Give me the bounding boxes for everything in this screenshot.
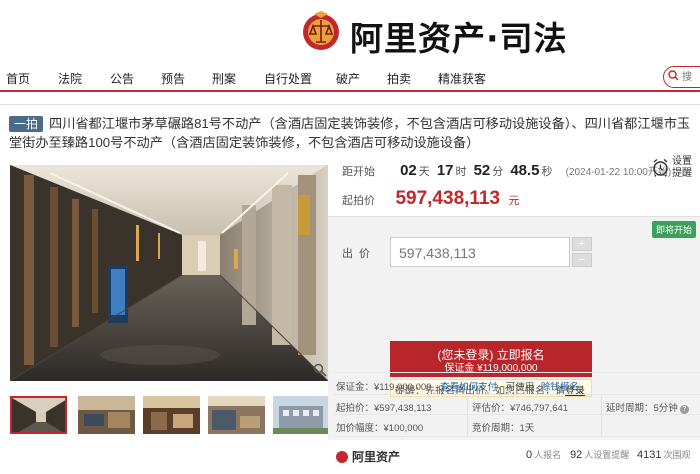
main-property-image[interactable] [10, 165, 328, 381]
site-header: 阿里资产·司法 [0, 0, 700, 64]
countdown-seconds: 48.5 [510, 162, 540, 179]
signup-count: 0 人报名 [526, 449, 562, 461]
start-price-value: 597,438,113 [395, 188, 501, 209]
set-reminder-label: 设置提醒 [672, 156, 692, 179]
bid-label: 出价 [342, 248, 376, 260]
bidding-cycle-info: 竞价周期：1天 [472, 423, 535, 434]
countdown-days: 02 [400, 162, 417, 179]
court-emblem-icon[interactable] [302, 10, 340, 52]
hotel-corridor-photo [10, 165, 328, 381]
info-divider-2 [334, 394, 700, 395]
info-divider-1 [334, 372, 700, 373]
nav-item-home[interactable]: 首页 [6, 70, 30, 87]
nav-item-precise-leads[interactable]: 精准获客 [438, 70, 486, 87]
thumbnail-4[interactable] [208, 396, 265, 434]
start-price-row: 起拍价 597,438,113 元 [342, 188, 520, 210]
bid-amount-value: 597,438,113 [399, 245, 476, 261]
deposit-value: ¥119,000,000 [374, 382, 432, 393]
thumbnail-5[interactable] [273, 396, 330, 434]
credit-signup-link[interactable]: 赊钱报名 [541, 382, 579, 393]
nav-item-announcement[interactable]: 公告 [110, 70, 134, 87]
ali-assets-logo-icon [336, 451, 348, 463]
search-input[interactable] [682, 70, 700, 84]
search-icon[interactable] [668, 70, 679, 81]
how-to-pay-link[interactable]: 查看如何支付 [440, 382, 497, 393]
search-box[interactable] [663, 66, 700, 88]
status-badge: 即将开始 [651, 221, 696, 238]
countdown-label: 距开始 [342, 166, 375, 178]
nav-item-preview[interactable]: 预告 [161, 70, 185, 87]
auction-title-text: 四川省都江堰市茅草碾路81号不动产（含酒店固定装饰装修，不包含酒店可移动设施设备… [9, 116, 691, 150]
bid-amount-field[interactable]: 597,438,113 [390, 237, 570, 267]
set-reminder-button[interactable]: 设置提醒 [650, 154, 698, 194]
decrease-bid-button[interactable]: − [572, 253, 592, 267]
nav-item-auction[interactable]: 拍卖 [387, 70, 411, 87]
assessed-price-info: 评估价：¥746,797,641 [472, 403, 569, 414]
nav-item-criminal[interactable]: 刑案 [212, 70, 236, 87]
alarm-clock-icon [653, 158, 668, 177]
nav-item-bankruptcy[interactable]: 破产 [336, 70, 360, 87]
countdown-hours: 17 [436, 162, 454, 179]
ali-assets-logo: 阿里资产 [336, 448, 400, 465]
stats-bar: 阿里资产 0 人报名 92 人设置提醒 4131 次围观 [328, 440, 700, 470]
info-vsep-2 [601, 396, 602, 436]
site-logo-text[interactable]: 阿里资产·司法 [350, 12, 568, 60]
main-nav: 首页 法院 公告 预告 刑案 自行处置 破产 拍卖 精准获客 [0, 64, 700, 92]
thumbnail-2[interactable] [78, 396, 135, 434]
info-divider-4 [334, 436, 700, 437]
start-price-info: 起拍价：¥597,438,113 [336, 403, 432, 414]
help-icon[interactable]: ? [679, 405, 689, 414]
view-count: 4131 次围观 [637, 449, 691, 461]
deposit-info: 保证金：¥119,000,000 查看如何支付 可使用 赊钱报名 [336, 382, 579, 393]
increase-bid-button[interactable]: + [572, 237, 592, 251]
thumbnail-3[interactable] [143, 396, 200, 434]
info-divider-3 [334, 414, 700, 415]
increment-info: 加价幅度：¥100,000 [336, 423, 424, 434]
thumbnail-1[interactable] [10, 396, 67, 434]
countdown: 距开始 02 天 17 时 52 分 48.5 秒 (2024-01-22 10:00开… [342, 162, 672, 179]
nav-item-court[interactable]: 法院 [58, 70, 82, 87]
delay-period-info: 延时周期：5分钟? [606, 400, 689, 414]
section-divider [0, 104, 700, 105]
reminder-count: 92 人设置提醒 [570, 449, 630, 461]
start-price-label: 起拍价 [342, 195, 375, 207]
countdown-minutes: 52 [473, 162, 491, 179]
auction-round-tag: 一拍 [9, 116, 44, 132]
info-vsep-1 [467, 396, 468, 436]
start-price-unit: 元 [508, 195, 520, 207]
zoom-icon[interactable] [313, 363, 327, 377]
bid-stepper: + − [572, 237, 592, 267]
signup-button-label: (您未登录) 立即报名 [437, 347, 545, 362]
nav-item-self-disposal[interactable]: 自行处置 [264, 70, 312, 87]
auction-title: 一拍 四川省都江堰市茅草碾路81号不动产（含酒店固定装饰装修，不包含酒店可移动设施… [9, 114, 693, 152]
